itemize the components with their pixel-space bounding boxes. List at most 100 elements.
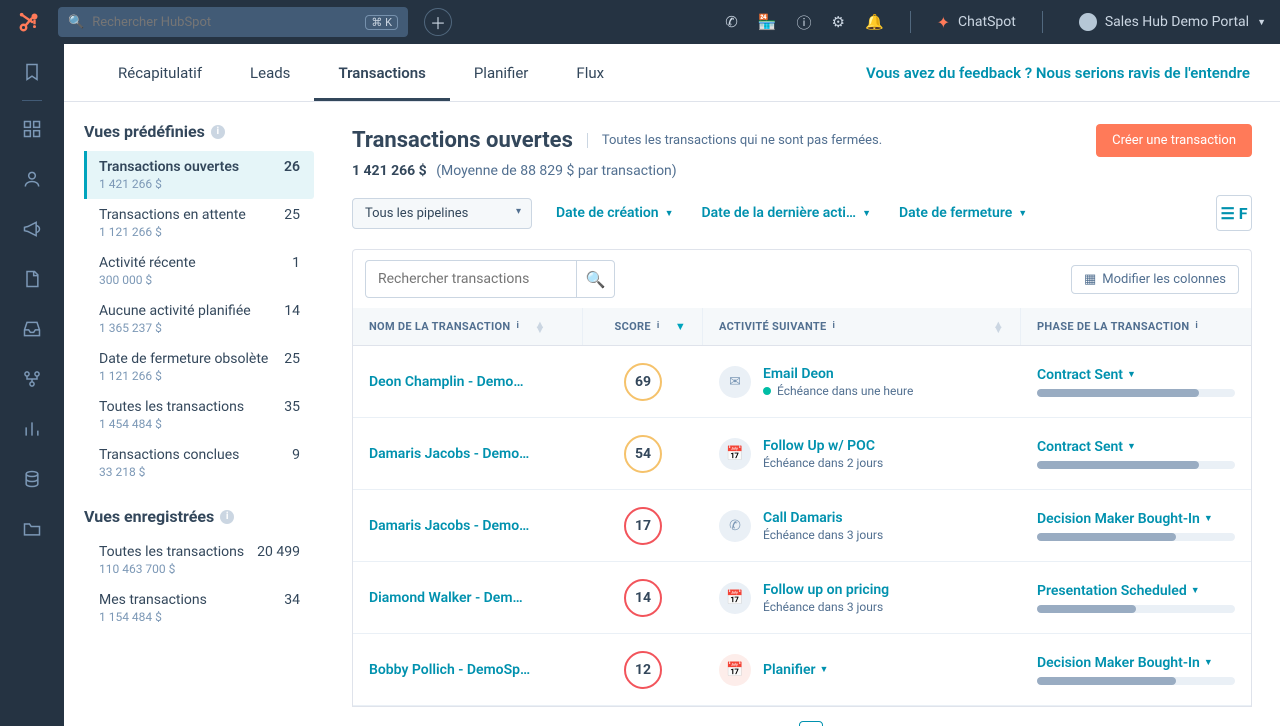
- deal-search-input[interactable]: [366, 271, 576, 287]
- settings-icon[interactable]: ⚙: [832, 13, 845, 31]
- activity-cell: 📅 Follow Up w/ POC Échéance dans 2 jours: [703, 424, 1021, 484]
- saved-views-title: Vues enregistrées i: [84, 507, 324, 526]
- search-shortcut: ⌘ K: [365, 15, 398, 30]
- grid-icon[interactable]: [20, 117, 44, 141]
- activity-title[interactable]: Call Damaris: [763, 510, 883, 526]
- col-phase[interactable]: PHASE DE LA TRANSACTION i: [1021, 308, 1251, 345]
- search-icon: 🔍: [68, 15, 84, 30]
- activity-title[interactable]: Follow up on pricing: [763, 582, 889, 598]
- pipeline-select[interactable]: Tous les pipelines: [352, 198, 532, 229]
- marketplace-icon[interactable]: 🏪: [758, 13, 777, 31]
- deals-panel: Transactions ouvertes Toutes les transac…: [324, 102, 1280, 726]
- totals: 1 421 266 $ (Moyenne de 88 829 $ par tra…: [352, 163, 1252, 179]
- phase-select[interactable]: Decision Maker Bought-In ▼: [1037, 511, 1235, 527]
- tab-transactions[interactable]: Transactions: [314, 44, 449, 101]
- filter-link[interactable]: Date de la dernière acti…▼: [702, 205, 871, 221]
- notifications-icon[interactable]: 🔔: [865, 13, 884, 31]
- contacts-icon[interactable]: [20, 167, 44, 191]
- view-amount: 1 365 237 $: [99, 321, 251, 335]
- tab-planifier[interactable]: Planifier: [450, 44, 553, 101]
- chatspot-icon: ✦: [937, 13, 950, 32]
- view-item[interactable]: Toutes les transactions110 463 700 $20 4…: [84, 536, 314, 584]
- info-icon[interactable]: i: [211, 125, 225, 139]
- view-count: 25: [284, 207, 300, 239]
- phase-select[interactable]: Decision Maker Bought-In ▼: [1037, 655, 1235, 671]
- megaphone-icon[interactable]: [20, 217, 44, 241]
- top-icons: ✆ 🏪 ⓘ ⚙ 🔔 ✦ ChatSpot Sales Hub Demo Port…: [725, 11, 1266, 33]
- phase-select[interactable]: Contract Sent ▼: [1037, 367, 1235, 383]
- table-row: Bobby Pollich - DemoSp…12📅Planifier ▼Dec…: [353, 634, 1251, 706]
- activity-title[interactable]: Planifier ▼: [763, 662, 828, 678]
- workflow-icon[interactable]: [20, 367, 44, 391]
- view-item[interactable]: Transactions en attente1 121 266 $25: [84, 199, 314, 247]
- filter-link[interactable]: Date de fermeture▼: [899, 205, 1027, 221]
- hubspot-logo-icon[interactable]: [14, 7, 44, 37]
- view-item[interactable]: Mes transactions1 154 484 $34: [84, 584, 314, 632]
- chevron-down-icon: ▼: [1204, 513, 1213, 524]
- search-icon: 🔍: [586, 270, 606, 289]
- col-next-activity[interactable]: ACTIVITÉ SUIVANTE i ▲▼: [703, 308, 1021, 345]
- view-item[interactable]: Transactions ouvertes1 421 266 $26: [84, 151, 314, 199]
- prev-arrow-icon[interactable]: ‹: [706, 723, 711, 726]
- tab-flux[interactable]: Flux: [552, 44, 628, 101]
- reports-icon[interactable]: [20, 417, 44, 441]
- database-icon[interactable]: [20, 467, 44, 491]
- progress-bar: [1037, 605, 1235, 613]
- deal-search[interactable]: 🔍: [365, 260, 615, 298]
- view-item[interactable]: Activité récente300 000 $1: [84, 247, 314, 295]
- modify-columns-button[interactable]: ▦ Modifier les colonnes: [1071, 265, 1239, 294]
- phase-select[interactable]: Contract Sent ▼: [1037, 439, 1235, 455]
- view-item[interactable]: Date de fermeture obsolète1 121 266 $25: [84, 343, 314, 391]
- predefined-views-title: Vues prédéfinies i: [84, 122, 324, 141]
- tab-récapitulatif[interactable]: Récapitulatif: [94, 44, 226, 101]
- view-name: Transactions en attente: [99, 207, 246, 223]
- view-item[interactable]: Toutes les transactions1 454 484 $35: [84, 391, 314, 439]
- chevron-down-icon: ▼: [665, 208, 674, 219]
- activity-subtitle: Échéance dans 2 jours: [763, 456, 883, 470]
- view-item[interactable]: Aucune activité planifiée1 365 237 $14: [84, 295, 314, 343]
- page-number[interactable]: 1: [799, 721, 823, 726]
- feedback-link[interactable]: Vous avez du feedback ? Nous serions rav…: [866, 64, 1250, 82]
- bookmark-icon[interactable]: [20, 60, 44, 84]
- deal-search-button[interactable]: 🔍: [576, 261, 614, 297]
- view-count: 26: [284, 159, 300, 191]
- global-search[interactable]: 🔍 ⌘ K: [58, 7, 408, 37]
- document-icon[interactable]: [20, 267, 44, 291]
- help-icon[interactable]: ⓘ: [796, 12, 811, 33]
- chevron-down-icon: ▼: [1127, 369, 1136, 380]
- filter-row: Tous les pipelines Date de création▼ Date…: [352, 195, 1252, 231]
- inbox-icon[interactable]: [20, 317, 44, 341]
- portal-selector[interactable]: Sales Hub Demo Portal ▼: [1079, 13, 1266, 31]
- deal-name-link[interactable]: Bobby Pollich - DemoSp…: [353, 648, 583, 692]
- score-cell: 69: [583, 349, 703, 415]
- deal-name-link[interactable]: Damaris Jacobs - Demo…: [353, 504, 583, 548]
- phase-select[interactable]: Presentation Scheduled ▼: [1037, 583, 1235, 599]
- next-arrow-icon[interactable]: ›: [893, 723, 898, 726]
- col-deal-name[interactable]: NOM DE LA TRANSACTION i ▲▼: [353, 308, 583, 345]
- folder-icon[interactable]: [20, 517, 44, 541]
- filter-link[interactable]: Date de création▼: [556, 205, 674, 221]
- score-cell: 14: [583, 565, 703, 631]
- deal-name-link[interactable]: Diamond Walker - Dem…: [353, 576, 583, 620]
- info-icon[interactable]: i: [220, 510, 234, 524]
- phone-icon[interactable]: ✆: [725, 13, 738, 31]
- col-score[interactable]: SCORE i ▼: [583, 308, 703, 345]
- view-count: 25: [284, 351, 300, 383]
- filter-settings-button[interactable]: ☰ F: [1216, 195, 1252, 231]
- tab-leads[interactable]: Leads: [226, 44, 314, 101]
- global-search-input[interactable]: [92, 15, 365, 30]
- info-icon: i: [832, 321, 844, 333]
- activity-title[interactable]: Follow Up w/ POC: [763, 438, 883, 454]
- deal-name-link[interactable]: Damaris Jacobs - Demo…: [353, 432, 583, 476]
- chatspot-link[interactable]: ✦ ChatSpot: [937, 13, 1016, 32]
- pagination: ‹ Précédent 1 Suivant › 25 par page ▼: [352, 707, 1252, 726]
- deal-name-link[interactable]: Deon Champlin - Demo…: [353, 360, 583, 404]
- activity-type-icon: 📅: [719, 438, 751, 470]
- view-name: Transactions conclues: [99, 447, 239, 463]
- activity-title[interactable]: Email Deon: [763, 366, 913, 382]
- add-button[interactable]: ＋: [424, 8, 452, 36]
- create-deal-button[interactable]: Créer une transaction: [1096, 124, 1252, 157]
- chevron-down-icon: ▼: [1191, 585, 1200, 596]
- progress-bar: [1037, 389, 1235, 397]
- view-item[interactable]: Transactions conclues33 218 $9: [84, 439, 314, 487]
